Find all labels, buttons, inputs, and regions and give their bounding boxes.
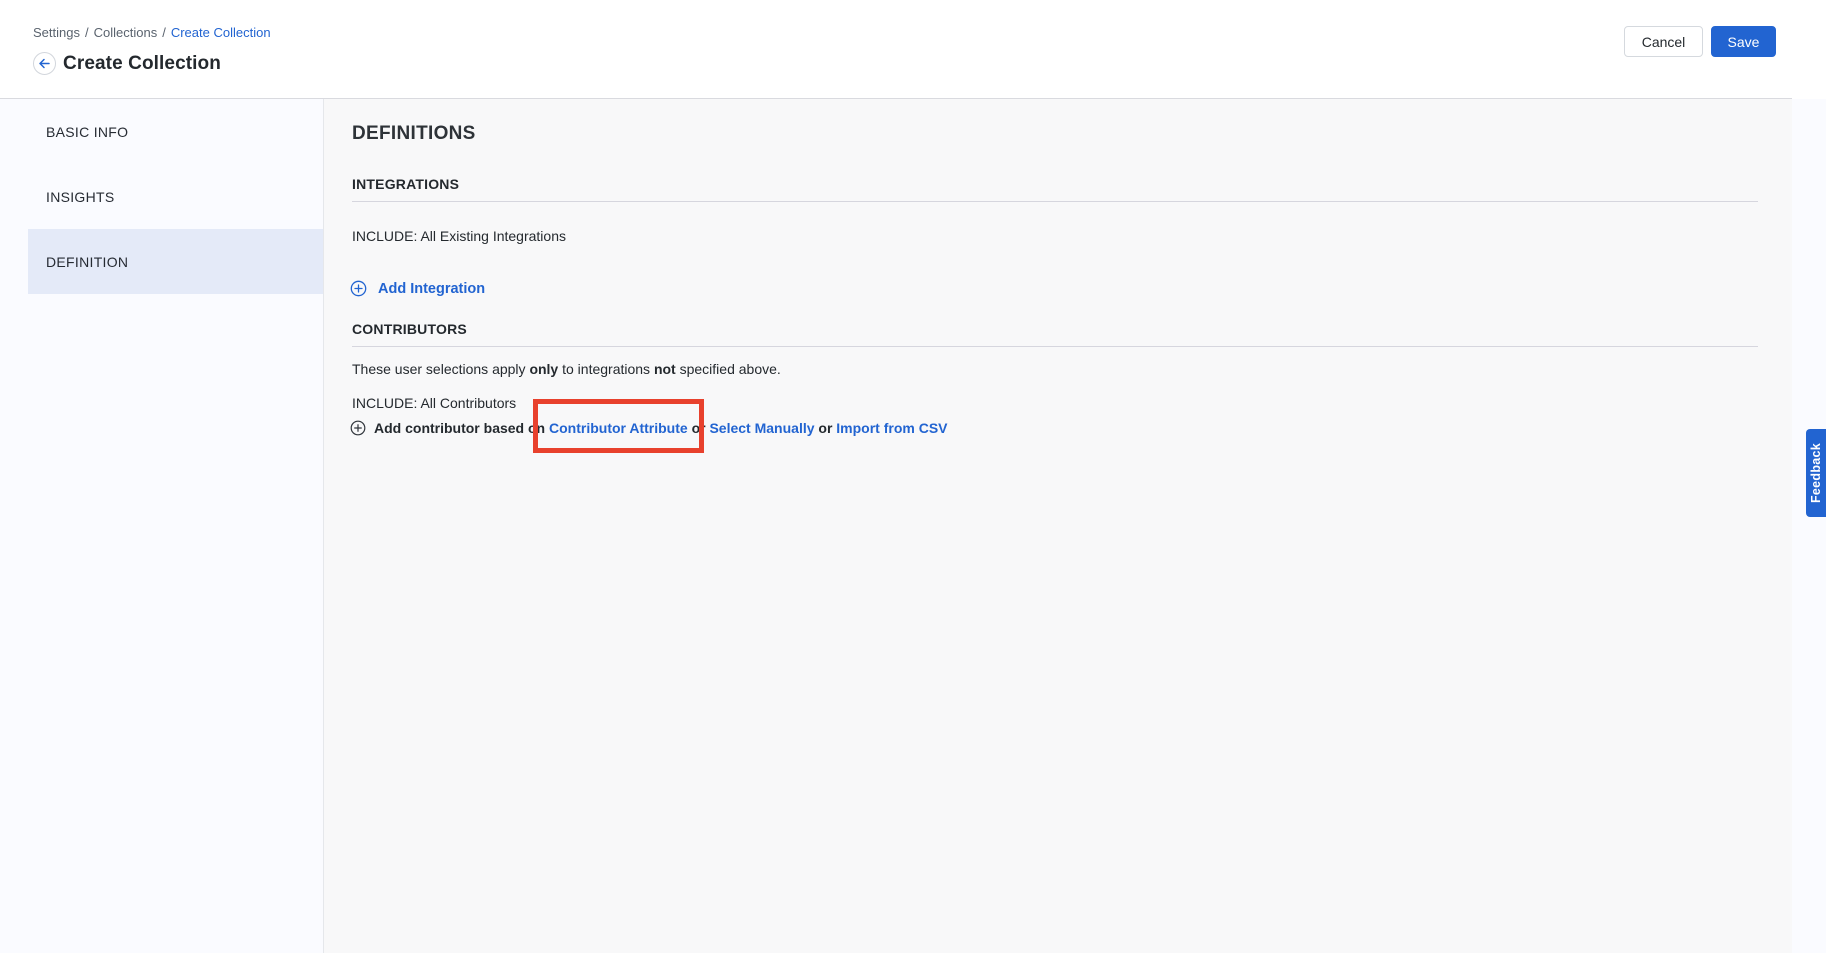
or-text: or — [818, 420, 832, 436]
note-text: specified above. — [676, 361, 781, 377]
note-text: to integrations — [558, 361, 654, 377]
note-bold-only: only — [529, 361, 558, 377]
import-from-csv-link[interactable]: Import from CSV — [836, 420, 947, 436]
main-content: DEFINITIONS INTEGRATIONS INCLUDE: All Ex… — [324, 99, 1792, 953]
breadcrumb-current[interactable]: Create Collection — [171, 25, 271, 40]
section-integrations-header: INTEGRATIONS — [352, 176, 1758, 202]
sidebar-item-definition[interactable]: DEFINITION — [28, 229, 323, 294]
save-button[interactable]: Save — [1711, 26, 1776, 57]
page-title: Create Collection — [63, 53, 221, 75]
back-button[interactable] — [33, 52, 56, 75]
feedback-tab-label: Feedback — [1809, 443, 1823, 503]
include-contributors-text: INCLUDE: All Contributors — [352, 395, 516, 411]
feedback-tab[interactable]: Feedback — [1806, 429, 1826, 517]
sidebar-nav: BASIC INFO INSIGHTS DEFINITION — [28, 99, 323, 294]
sidebar-item-label: INSIGHTS — [46, 189, 115, 205]
or-text: or — [692, 420, 706, 436]
breadcrumb-separator: / — [85, 25, 89, 40]
circle-plus-icon — [350, 420, 366, 436]
sidebar-item-label: BASIC INFO — [46, 124, 128, 140]
section-contributors-header: CONTRIBUTORS — [352, 321, 1758, 347]
add-contributor-row: Add contributor based on Contributor Att… — [350, 420, 948, 436]
breadcrumb-link-collections[interactable]: Collections — [94, 25, 158, 40]
breadcrumb: Settings / Collections / Create Collection — [33, 25, 271, 40]
note-bold-not: not — [654, 361, 676, 377]
note-text: These user selections apply — [352, 361, 529, 377]
page-heading: DEFINITIONS — [352, 123, 476, 145]
cancel-button[interactable]: Cancel — [1624, 26, 1703, 57]
breadcrumb-separator: / — [162, 25, 166, 40]
select-manually-link[interactable]: Select Manually — [709, 420, 814, 436]
sidebar-item-basic-info[interactable]: BASIC INFO — [28, 99, 323, 164]
sidebar: BASIC INFO INSIGHTS DEFINITION — [0, 99, 324, 953]
sidebar-item-insights[interactable]: INSIGHTS — [28, 164, 323, 229]
contributor-attribute-link[interactable]: Contributor Attribute — [549, 420, 688, 436]
contributors-note: These user selections apply only to inte… — [352, 361, 781, 377]
add-integration-label: Add Integration — [378, 281, 485, 297]
add-contributor-prefix: Add contributor based on — [374, 420, 545, 436]
include-integrations-text: INCLUDE: All Existing Integrations — [352, 228, 566, 244]
breadcrumb-link-settings[interactable]: Settings — [33, 25, 80, 40]
sidebar-item-label: DEFINITION — [46, 254, 128, 270]
circle-plus-icon — [350, 280, 367, 297]
back-arrow-icon — [38, 57, 51, 70]
add-integration-button[interactable]: Add Integration — [350, 280, 485, 297]
header: Settings / Collections / Create Collection C… — [0, 0, 1826, 99]
